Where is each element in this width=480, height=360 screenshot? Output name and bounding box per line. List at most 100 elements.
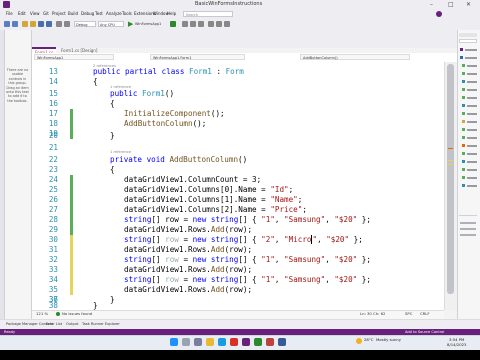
tree-item[interactable] (467, 81, 477, 83)
member-dropdown[interactable]: AddButtonColumn() (300, 54, 410, 60)
property-row[interactable] (460, 228, 476, 230)
file-icon[interactable] (462, 168, 465, 171)
project-icon[interactable] (460, 56, 463, 59)
forward-icon[interactable] (12, 21, 18, 27)
save-all-icon[interactable] (46, 21, 52, 27)
tool-icon[interactable] (216, 21, 222, 27)
tool-icon[interactable] (224, 21, 230, 27)
zoom-level[interactable]: 121 % (36, 311, 48, 317)
whitespace-mode[interactable]: SPC (405, 311, 412, 317)
file-icon[interactable] (462, 96, 465, 99)
menu-project[interactable]: Project (52, 11, 66, 16)
tree-item[interactable] (467, 137, 477, 139)
menu-tools[interactable]: Tools (122, 11, 132, 16)
menu-debug[interactable]: Debug (81, 11, 94, 16)
file-icon[interactable] (462, 144, 465, 147)
file-icon[interactable] (462, 88, 465, 91)
class-dropdown[interactable]: WinFormsApp1.Form1 (150, 54, 245, 60)
tool-icon[interactable] (182, 21, 188, 27)
tab-task-runner-explorer[interactable]: Task Runner Explorer (82, 320, 120, 328)
file-icon[interactable] (462, 176, 465, 179)
tree-item[interactable] (467, 129, 477, 131)
tree-item[interactable] (465, 57, 477, 59)
file-icon[interactable] (462, 136, 465, 139)
clock-date[interactable]: 8/14/2023 (447, 342, 466, 347)
folder-icon[interactable] (462, 120, 465, 123)
redo-icon[interactable] (64, 21, 70, 27)
chrome-icon[interactable] (230, 338, 238, 346)
tree-item[interactable] (467, 89, 477, 91)
tool-icon[interactable] (208, 21, 214, 27)
tool-icon[interactable] (190, 21, 196, 27)
tool-icon[interactable] (198, 21, 204, 27)
avatar[interactable] (436, 11, 442, 17)
new-item-icon[interactable] (22, 21, 28, 27)
project-dropdown[interactable]: WinFormsApp1 (34, 54, 114, 60)
tree-item[interactable] (467, 169, 477, 171)
issues-status[interactable]: No issues found (62, 311, 92, 317)
close-icon[interactable]: ✕ (466, 1, 471, 9)
line-ending[interactable]: CRLF (420, 311, 430, 317)
maximize-icon[interactable]: □ (448, 1, 454, 9)
tree-item[interactable] (467, 153, 477, 155)
tree-item[interactable] (467, 121, 477, 123)
weather-condition[interactable]: Mostly sunny (376, 337, 401, 342)
menu-test[interactable]: Test (95, 11, 103, 16)
menu-help[interactable]: Help (167, 11, 176, 16)
run-target-label[interactable]: WinFormsApp1 (135, 22, 161, 26)
start-icon[interactable] (170, 338, 178, 346)
open-icon[interactable] (30, 21, 36, 27)
solution-icon[interactable] (460, 48, 463, 51)
search-input[interactable]: Search (183, 11, 233, 17)
tab-output[interactable]: Output (66, 320, 78, 328)
minimize-icon[interactable]: – (430, 1, 433, 9)
tree-item[interactable] (467, 145, 477, 147)
file-icon[interactable] (462, 112, 465, 115)
menu-edit[interactable]: Edit (18, 11, 26, 16)
file-icon[interactable] (462, 160, 465, 163)
tree-item[interactable] (467, 185, 477, 187)
file-icon[interactable] (462, 104, 465, 107)
app-icon[interactable] (278, 338, 286, 346)
file-icon[interactable] (462, 80, 465, 83)
back-icon[interactable] (4, 21, 10, 27)
undo-icon[interactable] (56, 21, 62, 27)
tree-item[interactable] (467, 177, 477, 179)
tree-item[interactable] (467, 73, 477, 75)
tree-item[interactable] (467, 105, 477, 107)
tree-item[interactable] (467, 113, 477, 115)
task-view-icon[interactable] (194, 338, 202, 346)
menu-git[interactable]: Git (43, 11, 49, 16)
file-explorer-icon[interactable] (206, 338, 214, 346)
scrollbar-thumb[interactable] (447, 64, 454, 294)
visual-studio-icon[interactable] (242, 338, 250, 346)
file-icon[interactable] (462, 72, 465, 75)
weather-temperature[interactable]: 28°C (364, 337, 373, 342)
menu-build[interactable]: Build (68, 11, 78, 16)
property-row[interactable] (460, 222, 476, 224)
search-icon[interactable] (182, 338, 190, 346)
file-icon[interactable] (462, 184, 465, 187)
solution-search-input[interactable] (459, 39, 477, 43)
menu-file[interactable]: File (6, 11, 13, 16)
edge-icon[interactable] (218, 338, 226, 346)
platform-dropdown[interactable]: Any CPU (98, 21, 124, 27)
file-icon[interactable] (462, 152, 465, 155)
tree-item[interactable] (465, 49, 477, 51)
menu-analyze[interactable]: Analyze (106, 11, 122, 16)
app-icon[interactable] (266, 338, 274, 346)
start-debug-icon[interactable]: ▶ (128, 20, 133, 28)
file-icon[interactable] (462, 128, 465, 131)
save-icon[interactable] (38, 21, 44, 27)
code-line-current[interactable]: string[] row = new string[] { "2", "Micr… (124, 235, 363, 245)
tree-item[interactable] (467, 161, 477, 163)
file-icon[interactable] (462, 64, 465, 67)
tree-item[interactable] (467, 65, 477, 67)
tab-error-list[interactable]: Error List (46, 320, 62, 328)
property-row[interactable] (460, 234, 476, 236)
start-without-debug-icon[interactable] (170, 21, 176, 27)
tree-item[interactable] (467, 97, 477, 99)
config-dropdown[interactable]: Debug (74, 21, 96, 27)
menu-view[interactable]: View (30, 11, 40, 16)
app-icon[interactable] (254, 338, 262, 346)
